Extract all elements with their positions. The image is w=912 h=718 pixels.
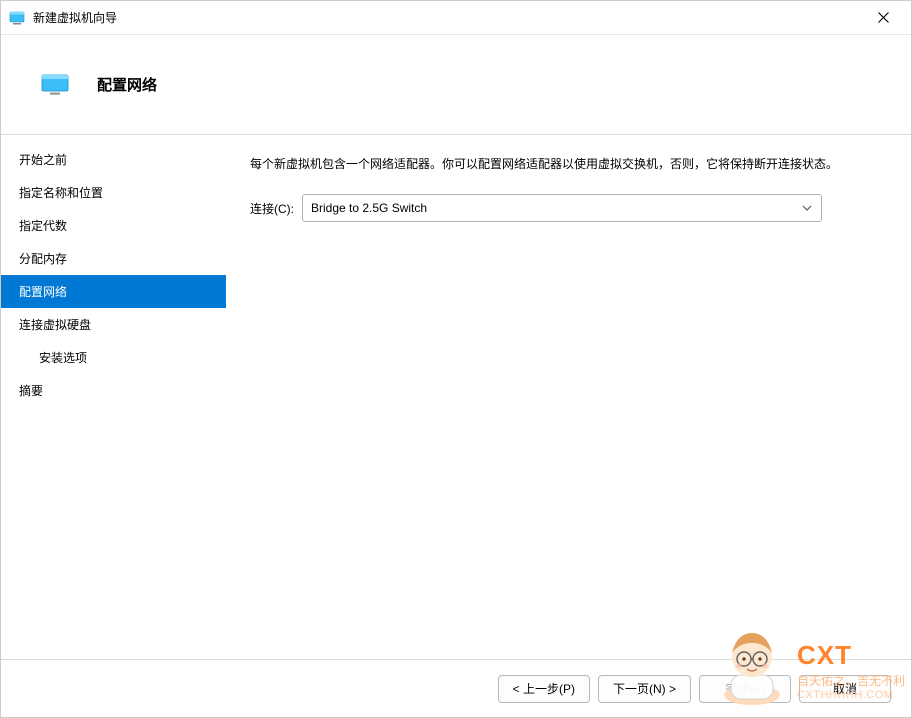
sidebar-item-2[interactable]: 指定代数 [1, 209, 226, 242]
sidebar-item-1[interactable]: 指定名称和位置 [1, 176, 226, 209]
finish-button[interactable]: 完成(F) [699, 675, 791, 703]
sidebar-item-3[interactable]: 分配内存 [1, 242, 226, 275]
close-icon [878, 12, 889, 23]
titlebar: 新建虚拟机向导 [1, 1, 911, 35]
wizard-content: 每个新虚拟机包含一个网络适配器。你可以配置网络适配器以使用虚拟交换机，否则，它将… [226, 135, 911, 659]
sidebar-item-4[interactable]: 配置网络 [1, 275, 226, 308]
wizard-sidebar: 开始之前指定名称和位置指定代数分配内存配置网络连接虚拟硬盘安装选项摘要 [1, 135, 226, 659]
cancel-button[interactable]: 取消 [799, 675, 891, 703]
sidebar-item-0[interactable]: 开始之前 [1, 143, 226, 176]
connection-select-wrap: Bridge to 2.5G Switch [302, 194, 822, 222]
connection-row: 连接(C): Bridge to 2.5G Switch [250, 194, 887, 222]
sidebar-item-5[interactable]: 连接虚拟硬盘 [1, 308, 226, 341]
monitor-icon [41, 74, 69, 96]
sidebar-item-7[interactable]: 摘要 [1, 374, 226, 407]
sidebar-item-6[interactable]: 安装选项 [1, 341, 226, 374]
window-title: 新建虚拟机向导 [33, 9, 863, 26]
connection-value: Bridge to 2.5G Switch [311, 201, 427, 215]
connection-label: 连接(C): [250, 200, 294, 217]
content-description: 每个新虚拟机包含一个网络适配器。你可以配置网络适配器以使用虚拟交换机，否则，它将… [250, 155, 887, 174]
window-icon [9, 10, 25, 26]
close-button[interactable] [863, 4, 903, 32]
page-title: 配置网络 [97, 74, 157, 95]
connection-select[interactable]: Bridge to 2.5G Switch [302, 194, 822, 222]
chevron-down-icon [801, 202, 813, 214]
wizard-body: 开始之前指定名称和位置指定代数分配内存配置网络连接虚拟硬盘安装选项摘要 每个新虚… [1, 135, 911, 659]
wizard-footer: < 上一步(P) 下一页(N) > 完成(F) 取消 [1, 659, 911, 717]
next-button[interactable]: 下一页(N) > [598, 675, 691, 703]
wizard-window: 新建虚拟机向导 配置网络 开始之前指定名称和位置指定代数分配内存配置网络连接虚拟… [0, 0, 912, 718]
back-button[interactable]: < 上一步(P) [498, 675, 590, 703]
wizard-header: 配置网络 [1, 35, 911, 135]
